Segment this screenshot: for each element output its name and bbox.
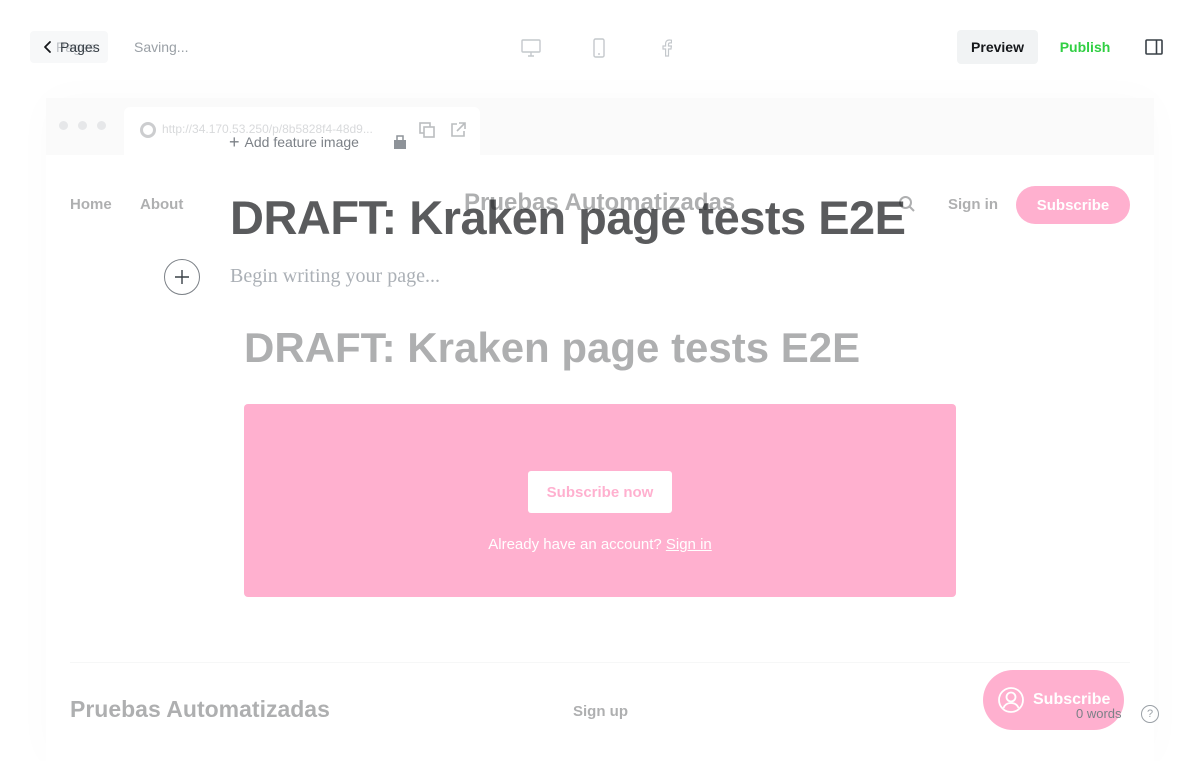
- save-status: Saving...: [134, 39, 189, 55]
- chevron-left-icon: [44, 41, 51, 53]
- subscribe-cta: Subscribe now Already have an account? S…: [244, 404, 956, 597]
- sidebar-toggle-icon[interactable]: [1144, 37, 1164, 57]
- help-button[interactable]: ?: [1141, 705, 1159, 723]
- external-link-icon[interactable]: [449, 121, 467, 139]
- preview-page-title: DRAFT: Kraken page tests E2E: [244, 324, 861, 371]
- feature-image-label: Add feature image: [244, 134, 359, 150]
- copy-icon[interactable]: [418, 121, 436, 139]
- add-feature-image-button[interactable]: + Add feature image: [229, 132, 359, 152]
- preview-button[interactable]: Preview: [957, 30, 1038, 64]
- plus-icon: [175, 270, 189, 284]
- editor-toolbar: Pages Pages Saving... Preview Publish: [0, 0, 1200, 94]
- footer-signup: Sign up: [573, 703, 628, 720]
- cta-signin-link: Sign in: [665, 536, 712, 553]
- add-card-button[interactable]: [164, 259, 200, 295]
- snippet-icon[interactable]: [392, 134, 408, 150]
- back-label: Pages: [60, 39, 100, 55]
- nav-subscribe-button: Subscribe: [1016, 186, 1130, 224]
- browser-bar: http://34.170.53.250/p/8b5828f4-48d9...: [46, 98, 1154, 155]
- publish-button[interactable]: Publish: [1052, 30, 1118, 64]
- cta-question: Already have an account?: [488, 536, 662, 553]
- plus-icon: +: [229, 132, 240, 152]
- cta-subscribe-button: Subscribe now: [528, 471, 672, 513]
- mobile-icon: [593, 38, 605, 58]
- cta-text: Already have an account? Sign in: [244, 536, 956, 553]
- portal-subscribe-button: Subscribe: [983, 670, 1124, 730]
- footer-brand: Pruebas Automatizadas: [70, 696, 330, 722]
- desktop-icon: [521, 39, 541, 57]
- window-dots: [59, 121, 106, 130]
- desktop-preview-button[interactable]: [516, 33, 546, 63]
- nav-signin: Sign in: [948, 196, 998, 213]
- back-to-pages-button[interactable]: Pages Pages: [30, 31, 108, 63]
- facebook-icon: [662, 39, 672, 57]
- mobile-preview-button[interactable]: [584, 33, 614, 63]
- device-switcher: [516, 33, 682, 63]
- word-count: 0 words: [1076, 706, 1122, 721]
- globe-icon: [140, 122, 156, 138]
- nav-link-home: Home: [70, 196, 112, 213]
- page-body-editor[interactable]: Begin writing your page...: [230, 265, 440, 288]
- user-icon: [998, 687, 1024, 713]
- footer-divider: [70, 662, 1130, 663]
- social-preview-button[interactable]: [652, 33, 682, 63]
- nav-link-about: About: [140, 196, 184, 213]
- page-title-input[interactable]: DRAFT: Kraken page tests E2E: [230, 190, 906, 245]
